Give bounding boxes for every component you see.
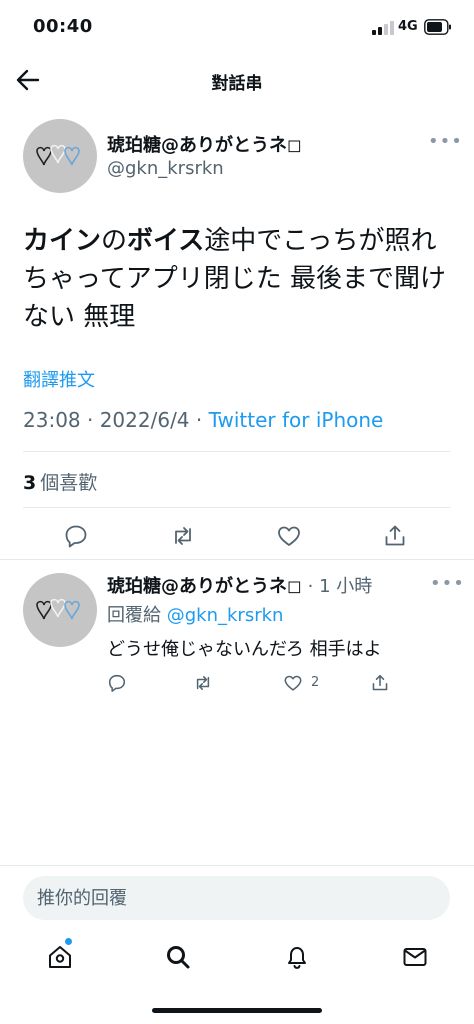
tweet-source-link[interactable]: Twitter for iPhone xyxy=(209,408,384,432)
tweet-timestamp: 23:08 · 2022/6/4 · xyxy=(23,408,209,432)
reply-like-count: 2 xyxy=(311,675,320,690)
unread-dot xyxy=(65,938,72,945)
heart-charm-image xyxy=(36,598,80,620)
reply-composer[interactable] xyxy=(23,876,450,920)
reply-bubble-icon[interactable] xyxy=(63,523,89,549)
tweet-text-bold: ボイス xyxy=(127,226,205,256)
more-dots-icon[interactable]: ••• xyxy=(430,573,465,594)
reply-time: · 1 小時 xyxy=(301,576,373,597)
author-handle[interactable]: @gkn_krsrkn xyxy=(107,158,224,179)
like-count: 3 xyxy=(23,472,37,494)
heart-icon[interactable] xyxy=(276,523,302,549)
reply-input[interactable] xyxy=(37,876,437,920)
retweet-icon[interactable] xyxy=(193,673,213,693)
more-dots-icon[interactable]: ••• xyxy=(428,131,463,152)
divider xyxy=(0,865,474,866)
divider xyxy=(0,559,474,560)
bell-icon[interactable] xyxy=(283,943,311,971)
reply-author-name: 琥珀糖@ありがとうネ◻ xyxy=(107,576,302,597)
home-indicator xyxy=(152,1008,322,1013)
reply-to-handle[interactable]: @gkn_krsrkn xyxy=(167,605,284,626)
retweet-icon[interactable] xyxy=(170,523,196,549)
reply-text: どうせ俺じゃないんだろ 相手はよ xyxy=(107,639,382,660)
mail-icon[interactable] xyxy=(401,943,429,971)
avatar[interactable] xyxy=(23,573,97,647)
divider xyxy=(23,507,450,508)
tweet-text-segment: の xyxy=(101,226,128,256)
tweet-text-bold: カイン xyxy=(23,226,102,256)
divider xyxy=(23,451,450,452)
share-icon[interactable] xyxy=(370,673,390,693)
cellular-signal-icon xyxy=(372,21,394,35)
reply-author-line[interactable]: 琥珀糖@ありがとうネ◻ · 1 小時 xyxy=(107,572,372,598)
likes-summary[interactable]: 3 個喜歡 xyxy=(23,468,97,495)
heart-charm-image xyxy=(36,144,80,166)
search-icon[interactable] xyxy=(164,943,192,971)
reply-to-line: 回覆給 @gkn_krsrkn xyxy=(107,601,283,627)
page-title: 對話串 xyxy=(211,74,263,94)
reply-to-label: 回覆給 xyxy=(107,605,167,626)
status-time: 00:40 xyxy=(33,16,93,37)
network-type: 4G xyxy=(398,19,418,34)
home-icon[interactable] xyxy=(46,943,74,971)
like-label: 個喜歡 xyxy=(40,472,98,494)
avatar[interactable] xyxy=(23,119,97,193)
share-icon[interactable] xyxy=(382,523,408,549)
tweet-meta: 23:08 · 2022/6/4 · Twitter for iPhone xyxy=(23,408,383,432)
battery-icon xyxy=(424,19,451,35)
tweet-text: カインのボイス途中でこっちが照れちゃってアプリ閉じた 最後まで聞けない 無理 xyxy=(23,222,453,336)
translate-tweet-link[interactable]: 翻譯推文 xyxy=(23,366,95,392)
heart-icon[interactable] xyxy=(283,673,303,693)
author-name[interactable]: 琥珀糖@ありがとうネ◻ xyxy=(107,131,302,157)
reply-bubble-icon[interactable] xyxy=(107,673,127,693)
